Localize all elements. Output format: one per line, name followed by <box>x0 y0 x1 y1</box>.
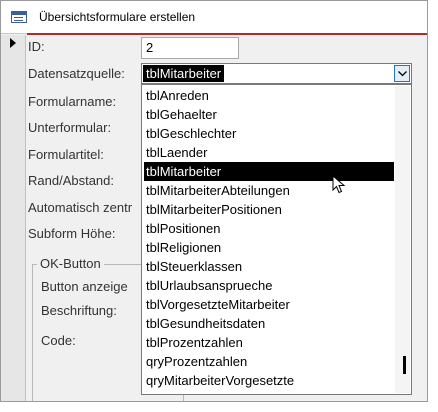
dropdown-option[interactable]: tblMitarbeiterPositionen <box>144 200 394 219</box>
dropdown-option[interactable]: tblMitarbeiter <box>144 162 394 181</box>
record-selector-arrow-icon <box>10 38 16 48</box>
dropdown-option[interactable]: tblAnreden <box>144 86 394 105</box>
form-icon <box>11 11 27 23</box>
datasource-dropdown-list[interactable]: tblAnreden tblGehaelter tblGeschlechter tbl… <box>141 84 412 395</box>
dropdown-option[interactable]: qryProzentzahlen <box>144 352 394 371</box>
window-title: Übersichtsformulare erstellen <box>39 10 196 24</box>
dropdown-option[interactable]: tblGehaelter <box>144 105 394 124</box>
dropdown-option[interactable]: qryMitarbeiterVorgesetzte <box>144 371 394 390</box>
show-button-label: Button anzeige <box>41 279 128 294</box>
dropdown-option[interactable]: tblUrlaubsansprueche <box>144 276 394 295</box>
subform-height-label: Subform Höhe: <box>28 226 116 241</box>
chevron-down-icon <box>398 71 407 77</box>
title-divider <box>27 33 427 35</box>
dropdown-scrollbar[interactable] <box>395 86 410 393</box>
dropdown-option[interactable]: tblPositionen <box>144 219 394 238</box>
dropdown-option[interactable]: tblGesundheitsdaten <box>144 314 394 333</box>
dropdown-option[interactable]: tblGeschlechter <box>144 124 394 143</box>
title-bar: Übersichtsformulare erstellen <box>1 1 427 34</box>
caption-label: Beschriftung: <box>41 303 117 318</box>
id-field[interactable]: 2 <box>141 37 239 59</box>
subform-label: Unterformular: <box>28 120 112 135</box>
autocenter-label: Automatisch zentr <box>28 200 133 215</box>
datasource-value: tblMitarbeiter <box>143 65 225 82</box>
record-selector[interactable] <box>1 35 26 401</box>
code-label: Code: <box>41 333 76 348</box>
dropdown-option[interactable]: tblMitarbeiterAbteilungen <box>144 181 394 200</box>
dropdown-option[interactable]: tblSteuerklassen <box>144 257 394 276</box>
ok-button-group-title: OK-Button <box>37 256 104 271</box>
margin-label: Rand/Abstand: <box>28 173 115 188</box>
dropdown-option[interactable]: tblLaender <box>144 143 394 162</box>
id-label: ID: <box>28 39 45 54</box>
formname-label: Formularname: <box>28 94 117 109</box>
datasource-combobox[interactable]: tblMitarbeiter <box>141 63 412 84</box>
dialog-window: Übersichtsformulare erstellen ID: 2 Date… <box>0 0 428 402</box>
mouse-pointer-icon <box>332 175 346 194</box>
torn-edge-bottom <box>0 402 438 412</box>
scrollbar-thumb[interactable] <box>403 356 406 374</box>
formtitle-label: Formulartitel: <box>28 147 104 162</box>
torn-edge-right <box>428 0 438 412</box>
datasource-label: Datensatzquelle: <box>28 66 125 81</box>
dropdown-button[interactable] <box>394 65 410 82</box>
dropdown-option[interactable]: tblReligionen <box>144 238 394 257</box>
dropdown-option[interactable]: tblProzentzahlen <box>144 333 394 352</box>
dropdown-option[interactable]: tblVorgesetzteMitarbeiter <box>144 295 394 314</box>
